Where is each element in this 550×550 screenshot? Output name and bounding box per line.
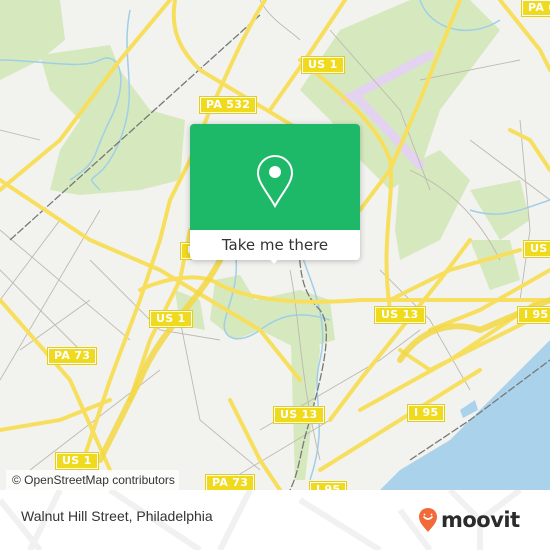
route-shield-us13: US 13 bbox=[523, 240, 550, 258]
route-shield-us1: US 1 bbox=[149, 310, 193, 328]
route-shield-us1: US 1 bbox=[301, 56, 345, 74]
popup-pointer bbox=[265, 254, 283, 264]
route-shield-us1: US 1 bbox=[55, 452, 99, 470]
route-shield-i95: I 95 bbox=[406, 404, 446, 422]
route-shield-pa532: PA 532 bbox=[198, 96, 258, 114]
route-shield-us13: US 13 bbox=[374, 306, 426, 324]
moovit-pin-icon bbox=[419, 508, 437, 532]
route-shield-i95: I 95 bbox=[516, 306, 550, 324]
location-pin-icon bbox=[256, 154, 294, 208]
popup-header bbox=[190, 124, 360, 230]
map-view[interactable]: US 1 PA 532 PA 63 US 1 US 1 PA 73 US 13 … bbox=[0, 0, 550, 490]
place-name: Walnut Hill Street, Philadelphia bbox=[21, 508, 213, 524]
route-shield-pa73: PA 73 bbox=[46, 347, 98, 365]
route-shield-us13: US 13 bbox=[273, 406, 325, 424]
footer-bar: Walnut Hill Street, Philadelphia moovit bbox=[0, 490, 550, 550]
moovit-logo[interactable]: moovit bbox=[418, 506, 520, 534]
map-attribution[interactable]: © OpenStreetMap contributors bbox=[6, 470, 179, 490]
route-shield-pa73: PA 73 bbox=[204, 474, 256, 490]
destination-popup: Take me there bbox=[190, 124, 360, 264]
route-shield-pa63: PA 63 bbox=[520, 0, 550, 17]
route-shield-i95: I 95 bbox=[308, 481, 348, 490]
moovit-wordmark: moovit bbox=[441, 508, 520, 532]
